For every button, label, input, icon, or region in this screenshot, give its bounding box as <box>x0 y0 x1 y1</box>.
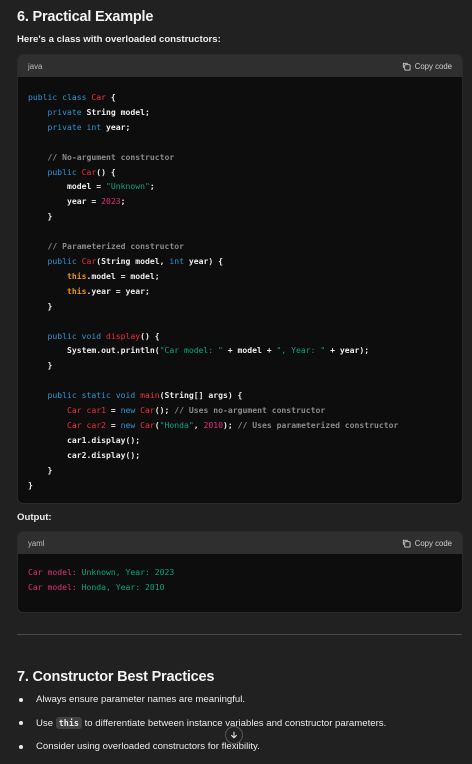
copy-icon <box>402 62 411 71</box>
list-item-text: Consider using overloaded constructors f… <box>36 741 260 752</box>
output-label: Output: <box>17 512 52 523</box>
section-7-heading: 7. Constructor Best Practices <box>17 669 215 685</box>
inline-code: this <box>55 717 82 729</box>
copy-icon <box>402 539 411 548</box>
section-6-intro: Here's a class with overloaded construct… <box>17 34 221 45</box>
section-6-heading: 6. Practical Example <box>17 9 154 25</box>
section-divider <box>17 634 462 635</box>
output-line-1-value: Unknown, Year: 2023 <box>81 567 175 577</box>
list-item-text: Use <box>36 718 54 729</box>
code-language-label: yaml <box>28 538 45 548</box>
list-item: Consider using overloaded constructors f… <box>17 741 462 753</box>
yaml-output: Car model: Unknown, Year: 2023 Car model… <box>18 554 462 595</box>
yaml-code-block: yaml Copy code Car model: Unknown, Year:… <box>17 531 463 613</box>
list-item: Always ensure parameter names are meanin… <box>17 694 462 706</box>
code-block-header: yaml Copy code <box>18 532 462 554</box>
output-line-1-key: Car model: <box>28 567 77 577</box>
output-line-2-value: Honda, Year: 2010 <box>81 581 165 592</box>
output-line-2-key: Car model: <box>28 581 77 592</box>
code-language-label: java <box>28 61 43 71</box>
copy-code-button[interactable]: Copy code <box>402 539 452 548</box>
list-item-text: Always ensure parameter names are meanin… <box>36 694 246 705</box>
java-code: public class Car { private String model;… <box>28 92 399 490</box>
arrow-down-icon <box>231 731 237 739</box>
copy-code-label: Copy code <box>414 61 452 71</box>
code-block-header: java Copy code <box>18 55 462 77</box>
copy-code-label: Copy code <box>414 538 452 548</box>
scroll-to-bottom-button[interactable] <box>225 726 243 744</box>
java-code-block: java Copy code public class Car { privat… <box>17 54 463 504</box>
copy-code-button[interactable]: Copy code <box>402 62 452 71</box>
